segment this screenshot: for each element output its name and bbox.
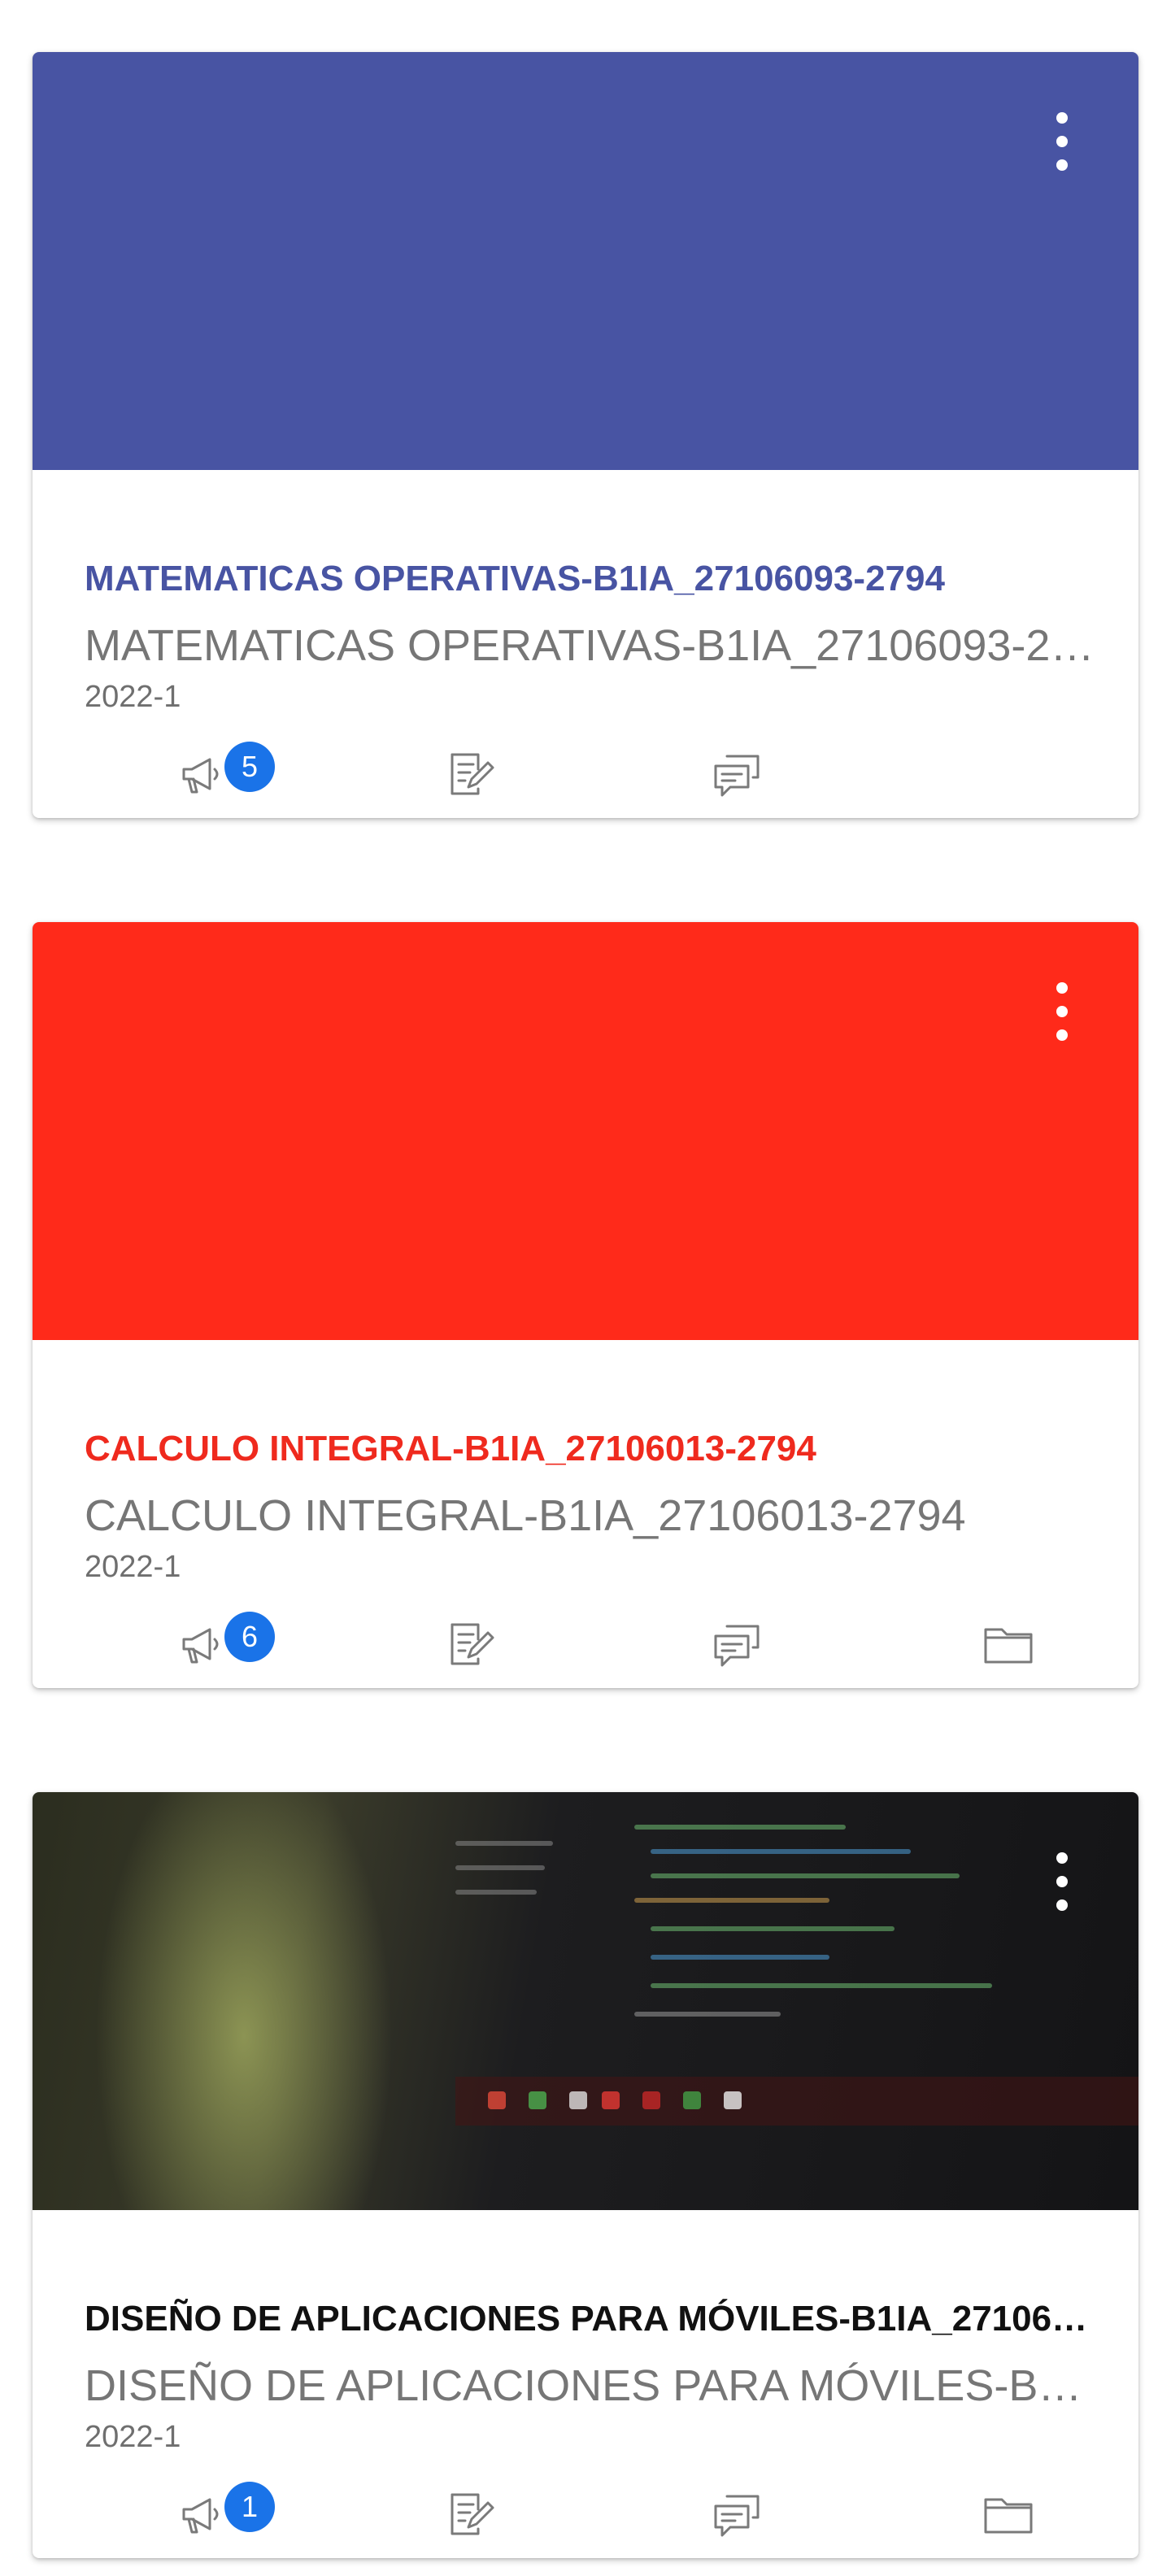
course-card[interactable]: MATEMATICAS OPERATIVAS-B1IA_27106093-279… [33,52,1138,818]
course-card-header[interactable] [33,52,1138,470]
more-options-icon[interactable] [1046,979,1078,1044]
megaphone-icon [182,1628,219,1664]
assignments-icon [451,753,494,795]
notification-badge: 6 [224,1612,275,1662]
files-button[interactable] [976,2482,1041,2547]
course-card[interactable]: CALCULO INTEGRAL-B1IA_27106013-2794 CALC… [33,922,1138,1688]
assignments-icon [451,2493,494,2535]
discussions-icon [714,2495,760,2537]
megaphone-icon [182,2498,219,2534]
course-term: 2022-1 [85,1550,181,1584]
megaphone-icon [182,758,219,794]
course-name: DISEÑO DE APLICACIONES PARA MÓVILES-B1IA… [85,2361,1101,2410]
announcements-button[interactable]: 5 [171,742,275,807]
assignments-icon [451,1623,494,1665]
course-code[interactable]: DISEÑO DE APLICACIONES PARA MÓVILES-B1IA… [85,2296,1101,2342]
discussions-icon [714,1625,760,1667]
course-name: CALCULO INTEGRAL-B1IA_27106013-2794 [85,1491,966,1540]
course-code[interactable]: CALCULO INTEGRAL-B1IA_27106013-2794 [85,1426,1101,1472]
announcements-button[interactable]: 6 [171,1612,275,1677]
discussions-button[interactable] [704,2482,769,2547]
discussions-button[interactable] [704,1612,769,1677]
discussions-button[interactable] [704,742,769,807]
course-name: MATEMATICAS OPERATIVAS-B1IA_27106093-279… [85,621,1101,670]
course-term: 2022-1 [85,2420,181,2454]
folder-icon [984,2498,1033,2534]
assignments-button[interactable] [437,742,503,807]
course-code[interactable]: MATEMATICAS OPERATIVAS-B1IA_27106093-279… [85,556,1101,602]
course-card-header[interactable] [33,922,1138,1340]
more-options-icon[interactable] [1046,1849,1078,1914]
assignments-button[interactable] [437,2482,503,2547]
course-term: 2022-1 [85,680,181,714]
announcements-button[interactable]: 1 [171,2482,275,2547]
notification-badge: 1 [224,2482,275,2532]
more-options-icon[interactable] [1046,109,1078,174]
course-card-image[interactable] [33,1792,1138,2210]
notification-badge: 5 [224,742,275,792]
discussions-icon [714,755,760,797]
assignments-button[interactable] [437,1612,503,1677]
course-card[interactable]: DISEÑO DE APLICACIONES PARA MÓVILES-B1IA… [33,1792,1138,2558]
folder-icon [984,1628,1033,1664]
files-button[interactable] [976,1612,1041,1677]
